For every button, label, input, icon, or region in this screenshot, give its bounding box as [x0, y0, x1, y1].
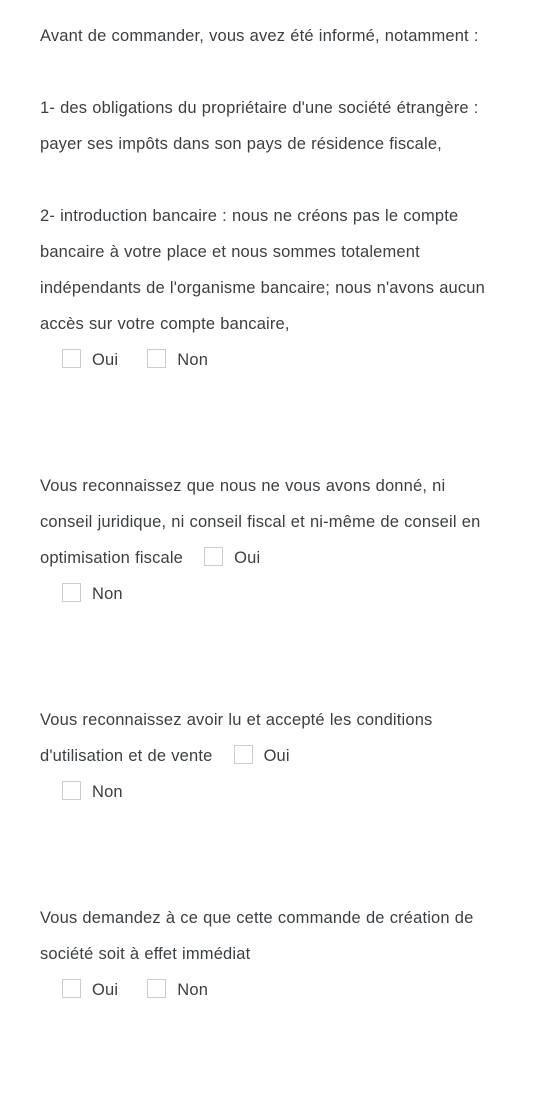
option-no-aucun-conseil[interactable]: Non	[60, 583, 127, 603]
checkbox-yes-aucun-conseil[interactable]	[204, 547, 224, 566]
option-label-no-conditions-utilisation-vente: Non	[92, 783, 123, 801]
intro-paragraph-1: Avant de commander, vous avez été inform…	[40, 27, 479, 45]
option-label-no-effet-immediat: Non	[177, 981, 209, 999]
question-prompt-effet-immediat: Vous demandez à ce que cette commande de…	[40, 909, 474, 963]
checkbox-no-effet-immediat[interactable]	[147, 979, 167, 998]
checkbox-no-informations-prealables[interactable]	[147, 349, 167, 368]
option-label-no-aucun-conseil: Non	[92, 585, 123, 603]
options-wrap-aucun-conseil: Non	[40, 576, 498, 612]
checkbox-yes-conditions-utilisation-vente[interactable]	[233, 745, 253, 764]
option-no-effet-immediat[interactable]: Non	[145, 979, 212, 999]
order-confirmation-form: Avant de commander, vous avez été inform…	[0, 0, 540, 1093]
option-label-yes-informations-prealables: Oui	[92, 351, 119, 369]
option-yes-aucun-conseil[interactable]: Oui	[197, 547, 264, 567]
option-no-informations-prealables[interactable]: Non	[145, 349, 212, 369]
option-label-no-informations-prealables: Non	[177, 351, 209, 369]
intro-paragraph-introduction-bancaire: 2- introduction bancaire : nous ne créon…	[40, 207, 485, 333]
question-block-aucun-conseil: Vous reconnaissez que nous ne vous avons…	[40, 468, 498, 612]
options-row-effet-immediat: Oui Non	[40, 972, 498, 1008]
question-block-conditions-utilisation-vente: Vous reconnaissez avoir lu et accepté le…	[40, 702, 498, 810]
checkbox-no-conditions-utilisation-vente[interactable]	[62, 781, 81, 800]
options-row-informations-prealables: Oui Non	[40, 342, 498, 378]
option-label-yes-effet-immediat: Oui	[92, 981, 119, 999]
question-block-effet-immediat: Vous demandez à ce que cette commande de…	[40, 900, 498, 1008]
option-label-yes-aucun-conseil: Oui	[234, 549, 261, 567]
intro-paragraph-obligations-proprietaire: 1- des obligations du propriétaire d'une…	[40, 99, 479, 153]
checkbox-yes-informations-prealables[interactable]	[62, 349, 81, 368]
question-block-informations-prealables: Avant de commander, vous avez été inform…	[40, 18, 498, 378]
checkbox-no-aucun-conseil[interactable]	[62, 583, 81, 602]
option-yes-conditions-utilisation-vente[interactable]: Oui	[226, 745, 293, 765]
options-wrap-conditions-utilisation-vente: Non	[40, 774, 498, 810]
option-no-conditions-utilisation-vente[interactable]: Non	[60, 781, 127, 801]
option-yes-effet-immediat[interactable]: Oui	[60, 979, 127, 999]
option-yes-informations-prealables[interactable]: Oui	[60, 349, 127, 369]
option-label-yes-conditions-utilisation-vente: Oui	[263, 747, 290, 765]
checkbox-yes-effet-immediat[interactable]	[62, 979, 81, 998]
